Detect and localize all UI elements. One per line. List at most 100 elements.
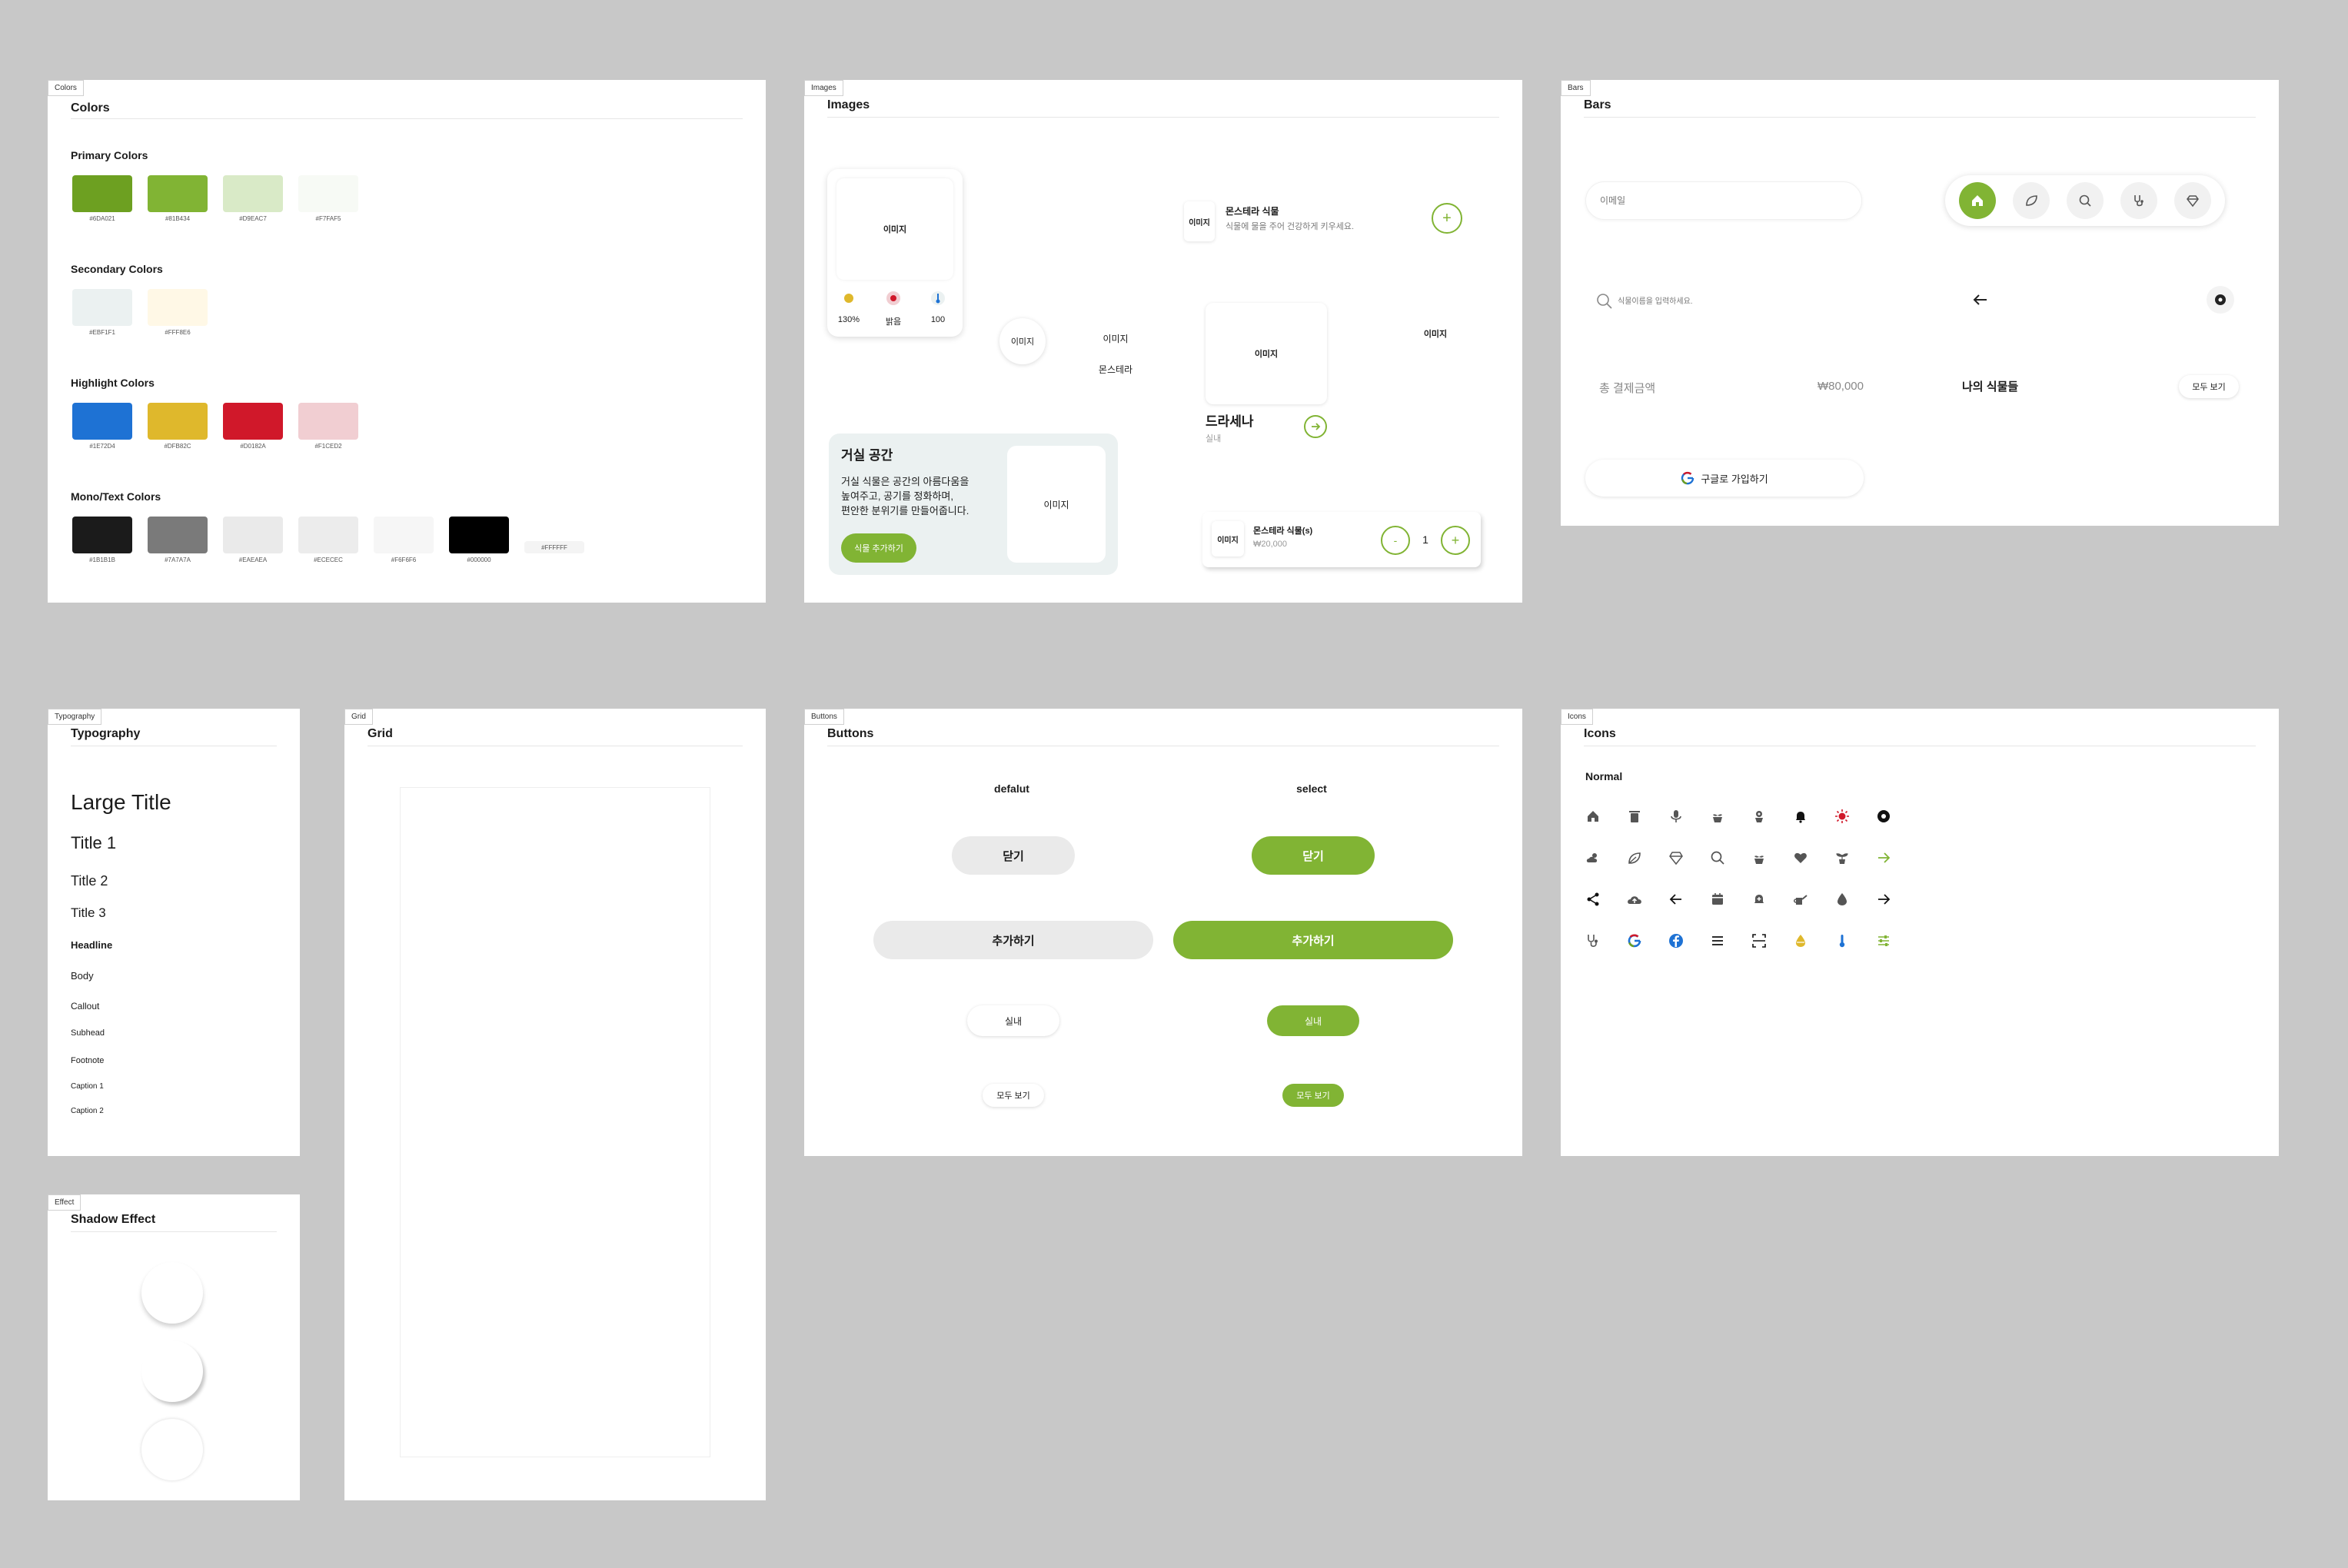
diamond-icon <box>2187 195 2199 208</box>
grid-frame: Grid Grid <box>344 709 766 1500</box>
color-swatch <box>449 517 509 553</box>
shadow-sample <box>141 1419 203 1480</box>
home-icon <box>1972 195 1983 206</box>
home-icon <box>1584 807 1602 826</box>
email-input[interactable] <box>1585 181 1862 220</box>
color-hex-label: #EAEAEA <box>238 556 268 563</box>
color-group-title: Primary Colors <box>71 149 148 161</box>
frame-title: Buttons <box>827 727 874 740</box>
nav-premium-button[interactable] <box>2174 182 2211 219</box>
decrease-button[interactable]: - <box>1381 526 1410 555</box>
add-plant-button[interactable]: 식물 추가하기 <box>841 533 916 563</box>
nav-plant-button[interactable] <box>2013 182 2050 219</box>
color-group-title: Highlight Colors <box>71 377 155 389</box>
frame-title: Colors <box>71 101 110 115</box>
column-select-label: select <box>1296 782 1327 795</box>
nav-search-button[interactable] <box>2067 182 2104 219</box>
cart-item[interactable]: 이미지 몬스테라 식물(s) ₩20,000 - 1 + <box>1202 512 1481 567</box>
total-value: ₩80,000 <box>1817 380 1864 393</box>
view-all-button-default[interactable]: 모두 보기 <box>983 1084 1044 1107</box>
color-swatch <box>148 289 208 326</box>
room-card-desc: 거실 식물은 공간의 아름다움을 <box>841 476 969 487</box>
grid-canvas <box>400 787 710 1457</box>
images-frame: Images Images 이미지 130% 밝음 100 이미지 이미지 몬스… <box>804 80 1522 603</box>
frame-tag: Bars <box>1561 80 1591 96</box>
cart-item-image: 이미지 <box>1212 521 1244 556</box>
scan-icon <box>1750 932 1768 950</box>
humidity-icon <box>1791 932 1810 950</box>
circle-image: 이미지 <box>999 318 1046 364</box>
search-input[interactable] <box>1618 292 1848 311</box>
image-label: 이미지 <box>1010 337 1035 347</box>
arrow-left-icon <box>1667 890 1685 909</box>
image-label: 이미지 <box>883 225 907 234</box>
frame-title: Shadow Effect <box>71 1213 156 1226</box>
small-image-label: 이미지 <box>1102 334 1129 344</box>
nav-home-button[interactable] <box>1959 182 1996 219</box>
increase-button[interactable]: + <box>1441 526 1470 555</box>
shadow-sample <box>141 1262 203 1324</box>
style-headline: Headline <box>71 939 113 951</box>
color-swatch <box>72 517 132 553</box>
sun-icon <box>841 291 856 306</box>
search-icon <box>2079 194 2091 207</box>
style-title-2: Title 2 <box>71 873 108 889</box>
arrow-right-button[interactable] <box>1304 415 1327 438</box>
frame-tag: Typography <box>48 709 102 725</box>
heart-icon <box>1791 849 1810 867</box>
frame-title: Icons <box>1584 727 1616 740</box>
settings-button[interactable] <box>2207 286 2234 314</box>
color-swatch <box>223 403 283 440</box>
cart-item-price: ₩20,000 <box>1253 540 1288 549</box>
list-item-subtitle: 식물에 물을 주어 건강하게 키우세요. <box>1226 222 1355 231</box>
color-hex-label: #81B434 <box>165 215 191 222</box>
divider <box>71 118 743 119</box>
color-hex-label: #7A7A7A <box>165 556 191 563</box>
arrow-right-icon <box>1874 849 1893 867</box>
color-hex-label: #000000 <box>467 556 491 563</box>
room-card-desc: 높여주고, 공기를 정화하며, <box>841 490 954 502</box>
close-button-selected[interactable]: 닫기 <box>1252 836 1375 875</box>
color-group-title: Mono/Text Colors <box>71 490 161 503</box>
google-signup-button[interactable]: 구글로 가입하기 <box>1585 460 1864 497</box>
style-caption-1: Caption 1 <box>71 1082 104 1091</box>
image-label: 이미지 <box>1254 350 1279 359</box>
search-icon <box>1708 849 1727 867</box>
sliders-icon <box>1874 932 1893 950</box>
add-button-default[interactable]: 추가하기 <box>873 921 1153 959</box>
add-button-selected[interactable]: 추가하기 <box>1173 921 1453 959</box>
style-title-1: Title 1 <box>71 833 117 852</box>
room-card-desc: 편안한 분위기를 만들어줍니다. <box>841 505 969 517</box>
room-card-image: 이미지 <box>1007 446 1106 563</box>
right-image-label: 이미지 <box>1423 330 1448 339</box>
color-hex-label: #D0182A <box>240 443 266 450</box>
add-circle-button[interactable]: + <box>1432 203 1462 234</box>
view-all-button-selected[interactable]: 모두 보기 <box>1282 1084 1344 1107</box>
image-label: 이미지 <box>1217 536 1239 545</box>
menu-icon <box>1708 932 1727 950</box>
color-swatch <box>298 175 358 212</box>
stat-value: 밝음 <box>885 317 902 327</box>
close-button-default[interactable]: 닫기 <box>952 836 1075 875</box>
room-card[interactable]: 거실 공간 거실 식물은 공간의 아름다움을 높여주고, 공기를 정화하며, 편… <box>829 434 1118 575</box>
indoor-chip-selected[interactable]: 실내 <box>1267 1005 1359 1036</box>
plant-card[interactable]: 이미지 130% 밝음 100 <box>827 169 963 337</box>
color-hex-label: #1E72D4 <box>89 443 115 450</box>
image-placeholder: 이미지 <box>836 178 953 280</box>
view-all-button[interactable]: 모두 보기 <box>2179 375 2239 398</box>
color-swatch <box>148 517 208 553</box>
room-card-title: 거실 공간 <box>841 448 893 463</box>
color-swatch <box>223 175 283 212</box>
google-icon <box>1625 932 1644 950</box>
search-bar[interactable] <box>1585 284 1862 318</box>
image-label: 이미지 <box>1043 499 1069 510</box>
water-drop-icon <box>1833 890 1851 909</box>
style-footnote: Footnote <box>71 1056 105 1065</box>
back-button[interactable] <box>1970 289 1991 311</box>
total-label: 총 결제금액 <box>1599 382 1656 395</box>
indoor-chip-default[interactable]: 실내 <box>967 1005 1059 1036</box>
trash-icon <box>1625 807 1644 826</box>
list-item-title: 몬스테라 식물 <box>1226 206 1279 217</box>
nav-care-button[interactable] <box>2120 182 2157 219</box>
arrow-right-icon <box>1312 423 1321 430</box>
